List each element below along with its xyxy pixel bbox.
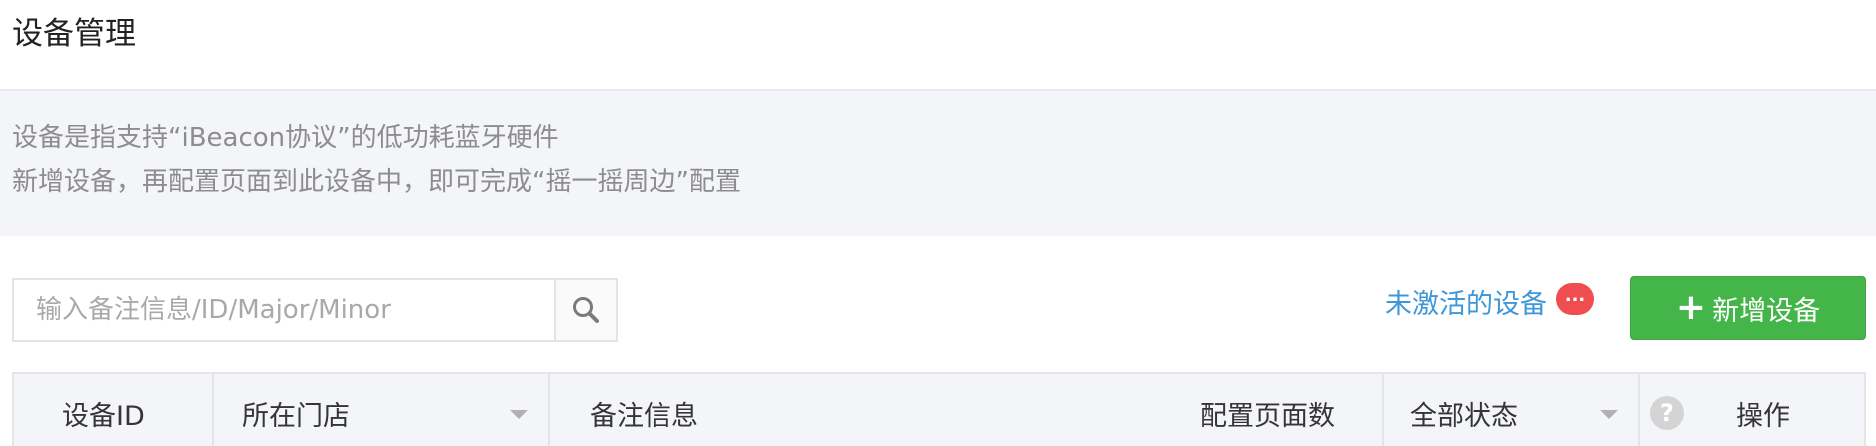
info-line-1: 设备是指支持“iBeacon协议”的低功耗蓝牙硬件: [12, 123, 559, 153]
column-divider: [1638, 374, 1640, 446]
question-icon[interactable]: ?: [1650, 396, 1684, 430]
store-filter-dropdown-icon[interactable]: [510, 410, 528, 419]
search-box: [12, 278, 618, 342]
column-header-actions: 操作: [1736, 400, 1790, 432]
add-device-label: 新增设备: [1712, 295, 1821, 327]
inactive-devices-link[interactable]: 未激活的设备: [1385, 287, 1547, 323]
column-divider: [212, 374, 214, 446]
status-filter-dropdown-icon[interactable]: [1600, 410, 1618, 419]
search-input[interactable]: [14, 280, 556, 340]
column-header-page-count: 配置页面数: [1200, 400, 1335, 432]
info-line-2: 新增设备，再配置页面到此设备中，即可完成“摇一摇周边”配置: [12, 167, 741, 197]
column-header-store: 所在门店: [242, 400, 350, 432]
plus-icon: +: [1675, 287, 1707, 328]
column-divider: [1382, 374, 1384, 446]
page-title: 设备管理: [12, 16, 136, 52]
column-header-device-id: 设备ID: [62, 400, 145, 432]
column-header-status: 全部状态: [1410, 400, 1518, 432]
inactive-count-badge: ...: [1556, 283, 1594, 315]
search-button[interactable]: [554, 280, 616, 340]
column-divider: [548, 374, 550, 446]
search-icon: [573, 297, 599, 323]
add-device-button[interactable]: + 新增设备: [1630, 276, 1866, 340]
info-panel: 设备是指支持“iBeacon协议”的低功耗蓝牙硬件 新增设备，再配置页面到此设备…: [0, 91, 1876, 236]
column-header-remark: 备注信息: [590, 400, 698, 432]
table-header: 设备ID 所在门店 备注信息 配置页面数 全部状态 ? 操作: [12, 372, 1866, 446]
